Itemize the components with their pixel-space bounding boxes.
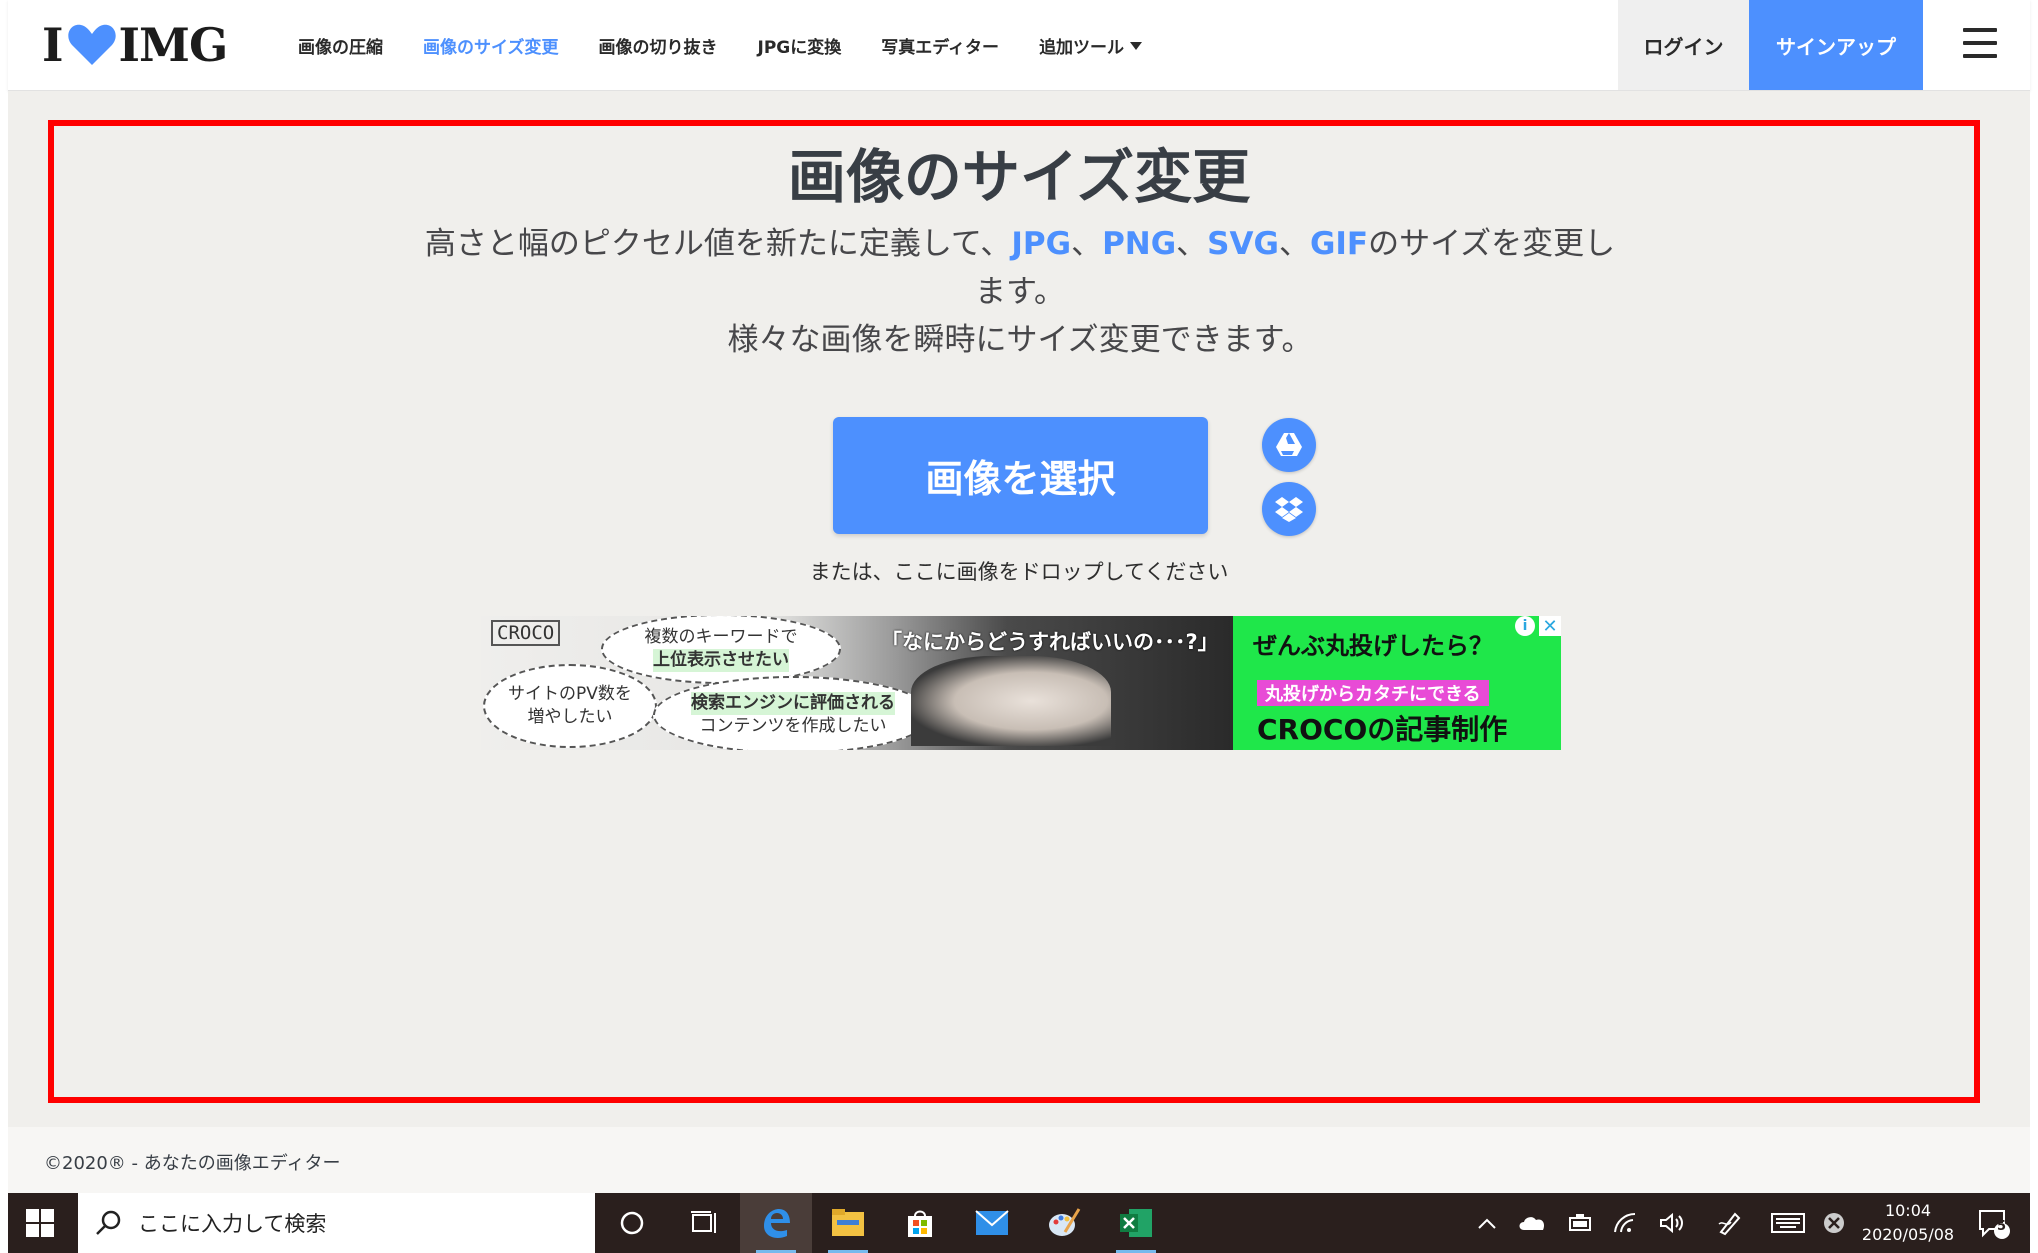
heart-icon <box>67 24 116 65</box>
pen-workspace-icon[interactable] <box>1708 1193 1752 1253</box>
store-icon[interactable] <box>884 1193 956 1253</box>
nav-compress[interactable]: 画像の圧縮 <box>298 33 383 58</box>
login-button[interactable]: ログイン <box>1618 0 1749 90</box>
logo-text-right: IMG <box>118 18 229 72</box>
notification-count: 5 <box>1997 1219 2007 1234</box>
touch-keyboard-icon[interactable] <box>1764 1193 1812 1253</box>
paint-icon[interactable] <box>1028 1193 1100 1253</box>
cortana-icon[interactable] <box>596 1193 668 1253</box>
page-footer: ©2020® - あなたの画像エディター <box>8 1127 2030 1193</box>
caret-down-icon <box>1130 41 1143 50</box>
nav-resize[interactable]: 画像のサイズ変更 <box>423 33 559 58</box>
file-explorer-icon[interactable] <box>812 1193 884 1253</box>
notification-center-icon[interactable]: 5 <box>1970 1193 2018 1253</box>
signup-button[interactable]: サインアップ <box>1749 0 1923 90</box>
battery-icon[interactable] <box>1558 1193 1602 1253</box>
top-navbar: I IMG 画像の圧縮 画像のサイズ変更 画像の切り抜き JPGに変換 写真エデ… <box>8 0 2030 91</box>
taskbar-clock[interactable]: 10:04 2020/05/08 <box>1858 1199 1958 1247</box>
clock-time: 10:04 <box>1884 1201 1932 1220</box>
highlight-frame <box>48 120 1980 1103</box>
windows-taskbar: ここに入力して検索 10:04 2020/05/08 5 <box>8 1193 2030 1253</box>
search-placeholder: ここに入力して検索 <box>138 1212 327 1236</box>
logo-text-left: I <box>42 18 64 72</box>
hamburger-icon[interactable] <box>1963 28 1997 58</box>
edge-icon[interactable] <box>740 1193 812 1253</box>
nav-photo-editor[interactable]: 写真エディター <box>881 33 999 58</box>
nav-more-tools-label: 追加ツール <box>1039 37 1125 58</box>
search-icon <box>96 1210 121 1235</box>
taskbar-search-box[interactable]: ここに入力して検索 <box>78 1193 595 1253</box>
task-view-icon[interactable] <box>668 1193 740 1253</box>
close-circle-icon[interactable] <box>1814 1193 1854 1253</box>
nav-more-tools[interactable]: 追加ツール <box>1039 33 1143 58</box>
excel-icon[interactable] <box>1100 1193 1172 1253</box>
windows-start-icon[interactable] <box>26 1209 54 1237</box>
wifi-icon[interactable] <box>1604 1193 1648 1253</box>
footer-copyright: ©2020® - あなたの画像エディター <box>44 1153 341 1174</box>
onedrive-icon[interactable] <box>1510 1193 1554 1253</box>
nav-crop[interactable]: 画像の切り抜き <box>599 33 718 58</box>
tray-chevron-up-icon[interactable] <box>1468 1193 1506 1253</box>
mail-icon[interactable] <box>956 1193 1028 1253</box>
nav-convert-jpg[interactable]: JPGに変換 <box>758 33 842 58</box>
ilovimg-logo[interactable]: I IMG <box>42 18 229 72</box>
volume-icon[interactable] <box>1650 1193 1694 1253</box>
clock-date: 2020/05/08 <box>1861 1225 1955 1244</box>
main-nav: 画像の圧縮 画像のサイズ変更 画像の切り抜き JPGに変換 写真エディター 追加… <box>298 0 1182 90</box>
